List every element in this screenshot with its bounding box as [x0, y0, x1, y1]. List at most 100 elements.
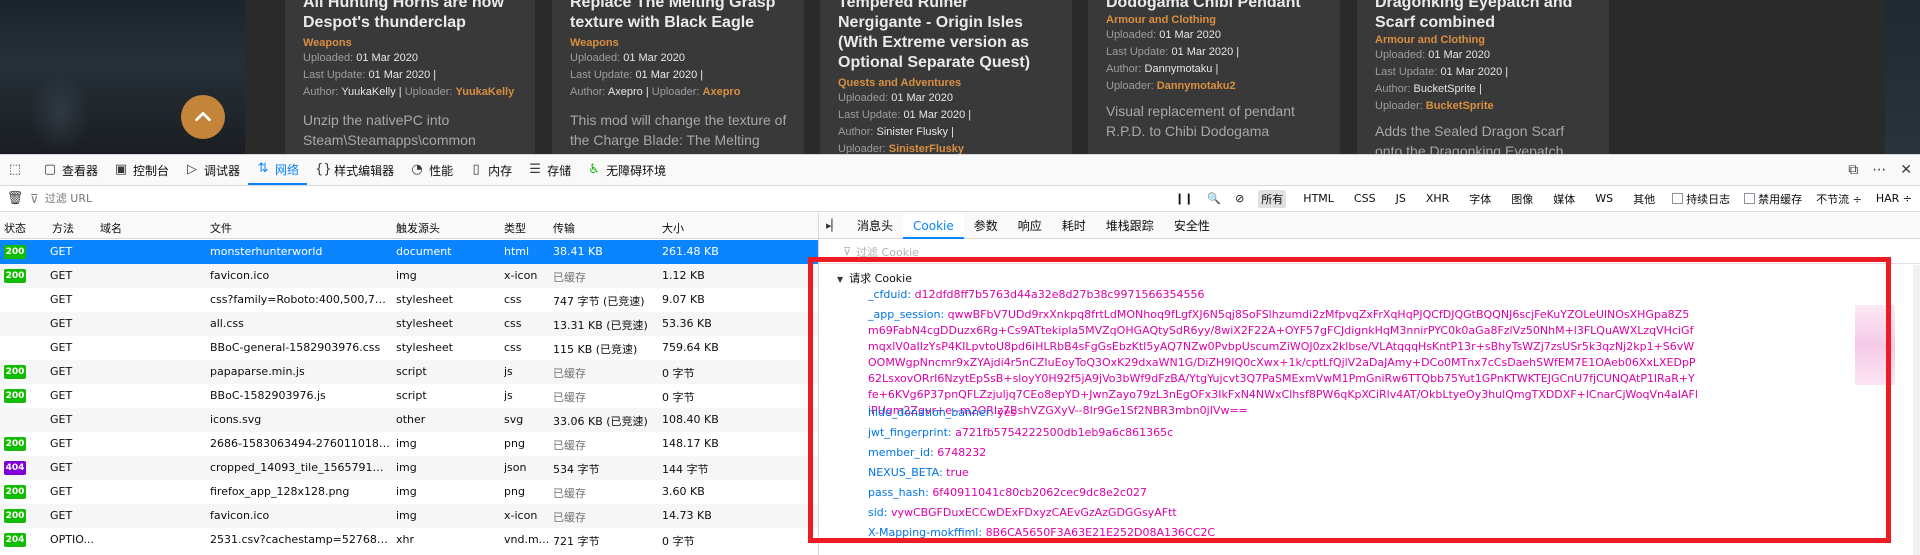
filter-url-input[interactable]	[44, 192, 345, 205]
cookie-entry[interactable]: X-Mapping-mokffiml: 8B6CA5650F3A63E21E25…	[868, 525, 1698, 541]
search-icon[interactable]: 🔍	[1207, 192, 1221, 205]
cookie-entry[interactable]: hide_donation_banner: yes	[868, 405, 1698, 421]
tab-storage[interactable]: ☰ 存储	[520, 155, 579, 185]
cookie-value[interactable]: a721fb5754222500db1eb9a6c861365c	[955, 426, 1173, 439]
cookie-value[interactable]: 6748232	[937, 446, 986, 459]
table-row[interactable]: GET🔒www.nexusmo...icons.svgothersvg33.06…	[0, 408, 818, 432]
tab-style-editor[interactable]: {} 样式编辑器	[307, 155, 402, 185]
cookie-entry[interactable]: _cfduid: d12dfd8ff7b5763d44a32e8d27b38c9…	[868, 287, 1698, 303]
cookie-entry[interactable]: jwt_fingerprint: a721fb5754222500db1eb9a…	[868, 425, 1698, 441]
mod-title[interactable]: Replace The Melting Grasp texture with B…	[570, 0, 788, 33]
table-row[interactable]: GET🔒www.nexusmo...BBoC-general-158290397…	[0, 336, 818, 360]
table-row[interactable]: GET🔒use.fontaweso...all.cssstylesheetcss…	[0, 312, 818, 336]
type-filter-xhr[interactable]: XHR	[1423, 191, 1452, 206]
tab-accessibility[interactable]: ♿ 无障碍环境	[579, 155, 674, 185]
column-method[interactable]: 方法	[52, 220, 74, 236]
table-row[interactable]: 200GET🔒cdnjs.cloudflar...papaparse.min.j…	[0, 360, 818, 384]
column-file[interactable]: 文件	[210, 220, 232, 236]
column-cause[interactable]: 触发源头	[396, 220, 440, 236]
mod-card[interactable]: Replace The Melting Grasp texture with B…	[552, 0, 804, 154]
mod-category[interactable]: Quests and Adventures	[838, 76, 1056, 90]
tab-timings[interactable]: 耗时	[1052, 213, 1096, 239]
mod-category[interactable]: Weapons	[303, 36, 519, 50]
cookie-entry[interactable]: member_id: 6748232	[868, 445, 1698, 461]
element-picker-button[interactable]: ⬚	[0, 155, 35, 185]
tab-debugger[interactable]: ▷ 调试器	[177, 155, 248, 185]
type-filter-other[interactable]: 其他	[1630, 190, 1658, 208]
type-filter-fonts[interactable]: 字体	[1466, 190, 1494, 208]
tab-performance[interactable]: ◔ 性能	[402, 155, 461, 185]
column-transferred[interactable]: 传输	[553, 220, 575, 236]
type-filter-all[interactable]: 所有	[1258, 189, 1287, 208]
pause-icon[interactable]: ❙❙	[1175, 192, 1193, 205]
mod-category[interactable]: Armour and Clothing	[1375, 33, 1593, 47]
mod-title[interactable]: Dodogama Chibi Pendant	[1106, 0, 1324, 13]
clear-log-icon[interactable]: 🗑	[0, 191, 30, 206]
mod-title[interactable]: Tempered Ruiner Nergigante - Origin Isle…	[838, 0, 1056, 73]
mod-author: Author: BucketSprite |	[1375, 83, 1482, 95]
tab-security[interactable]: 安全性	[1164, 213, 1220, 239]
table-row[interactable]: 200GET🔒www.nexusmo...firefox_app_128x128…	[0, 480, 818, 504]
cookie-value[interactable]: d12dfd8ff7b5763d44a32e8d27b38c9971566354…	[915, 288, 1205, 301]
tab-network[interactable]: ⇅ 网络	[248, 155, 308, 185]
tab-inspector[interactable]: ▢ 查看器	[35, 155, 106, 185]
cookie-value[interactable]: true	[946, 466, 969, 479]
close-icon[interactable]: ✕	[1900, 162, 1912, 178]
mod-card[interactable]: Dodogama Chibi Pendant Armour and Clothi…	[1088, 0, 1340, 154]
table-row[interactable]: 200GET🔒staticdelivery.n...2686-158306349…	[0, 432, 818, 456]
har-menu[interactable]: HAR ÷	[1876, 192, 1912, 205]
type-filter-js[interactable]: JS	[1393, 191, 1409, 206]
table-row[interactable]: 200GET🔒www.nexusmo...monsterhunterworldd…	[0, 240, 818, 264]
cookie-entry[interactable]: _app_session: qwwBFbV7UDd9rxXnkpq8frtLdM…	[868, 307, 1698, 419]
request-cookies-section[interactable]: ▼ 请求 Cookie	[837, 270, 912, 286]
block-icon[interactable]: ⊘	[1235, 192, 1244, 205]
tab-stack-trace[interactable]: 堆栈跟踪	[1096, 213, 1164, 239]
column-size[interactable]: 大小	[662, 220, 684, 236]
type-filter-css[interactable]: CSS	[1351, 191, 1379, 206]
cookie-filter-input[interactable]: 过滤 Cookie	[856, 244, 919, 260]
cookie-value[interactable]: 6f40911041c80cb2062cec9dc8e2c027	[932, 486, 1147, 499]
type-filter-media[interactable]: 媒体	[1550, 190, 1578, 208]
table-row[interactable]: 404GET🔒staticdelivery.n...cropped_14093_…	[0, 456, 818, 480]
cookie-value[interactable]: 8B6CA5650F3A63E21E252D08A136CC2C	[986, 526, 1216, 539]
tab-params[interactable]: 参数	[964, 213, 1008, 239]
details-scrollbar[interactable]	[1913, 265, 1920, 555]
mod-card[interactable]: Dragonking Eyepatch and Scarf combined A…	[1357, 0, 1609, 154]
table-row[interactable]: 204OPTIO...🔒staticstats.nex...2531.csv?c…	[0, 528, 818, 552]
tab-cookies[interactable]: Cookie	[903, 212, 964, 239]
cookie-entry[interactable]: pass_hash: 6f40911041c80cb2062cec9dc8e2c…	[868, 485, 1698, 501]
column-status[interactable]: 状态	[4, 220, 26, 236]
throttling-select[interactable]: 不节流 ÷	[1816, 191, 1862, 207]
cookie-value[interactable]: qwwBFbV7UDd9rxXnkpq8frtLdMONhoq9fLgfXJ6N…	[868, 308, 1698, 417]
sidebar-toggle-icon[interactable]: ▸▏	[819, 219, 847, 232]
cookie-entry[interactable]: sid: vywCBGFDuxECCwDExFDxyzCAEvGzAzGDGGs…	[868, 505, 1698, 521]
mod-title[interactable]: All Hunting Horns are now Despot's thund…	[303, 0, 519, 33]
column-type[interactable]: 类型	[504, 220, 526, 236]
tab-headers[interactable]: 消息头	[847, 213, 903, 239]
tab-response[interactable]: 响应	[1008, 213, 1052, 239]
type-filter-html[interactable]: HTML	[1300, 191, 1337, 206]
cookie-entry[interactable]: NEXUS_BETA: true	[868, 465, 1698, 481]
cookie-value[interactable]: vywCBGFDuxECCwDExFDxyzCAEvGzAzGDGGsyAFtt	[891, 506, 1177, 519]
tab-console[interactable]: ▣ 控制台	[106, 155, 177, 185]
table-row[interactable]: GET🔒fonts.googlea...css?family=Roboto:40…	[0, 288, 818, 312]
table-row[interactable]: 200GET🔒www.nexusmo...favicon.icoimgx-ico…	[0, 504, 818, 528]
scroll-to-top-button[interactable]	[181, 95, 225, 139]
request-size: 108.40 KB	[662, 413, 719, 426]
mod-title[interactable]: Dragonking Eyepatch and Scarf combined	[1375, 0, 1593, 33]
type-filter-ws[interactable]: WS	[1592, 191, 1616, 206]
cookie-value[interactable]: yes	[997, 406, 1016, 419]
mod-category[interactable]: Armour and Clothing	[1106, 13, 1324, 27]
mod-category[interactable]: Weapons	[570, 36, 788, 50]
tab-memory[interactable]: ▯ 内存	[461, 155, 520, 185]
type-filter-images[interactable]: 图像	[1508, 190, 1536, 208]
column-domain[interactable]: 域名	[100, 220, 122, 236]
table-row[interactable]: 200GET🔒www.nexusmo...BBoC-1582903976.jss…	[0, 384, 818, 408]
persist-logs-checkbox[interactable]: 持续日志	[1672, 191, 1730, 207]
disable-cache-checkbox[interactable]: 禁用缓存	[1744, 191, 1802, 207]
dock-toggle-icon[interactable]: ⧉	[1848, 162, 1858, 178]
mod-card[interactable]: All Hunting Horns are now Despot's thund…	[285, 0, 535, 154]
more-options-icon[interactable]: ⋯	[1872, 162, 1886, 178]
table-row[interactable]: 200GET🔒www.nexusmo...favicon.icoimgx-ico…	[0, 264, 818, 288]
mod-card[interactable]: Tempered Ruiner Nergigante - Origin Isle…	[820, 0, 1072, 154]
